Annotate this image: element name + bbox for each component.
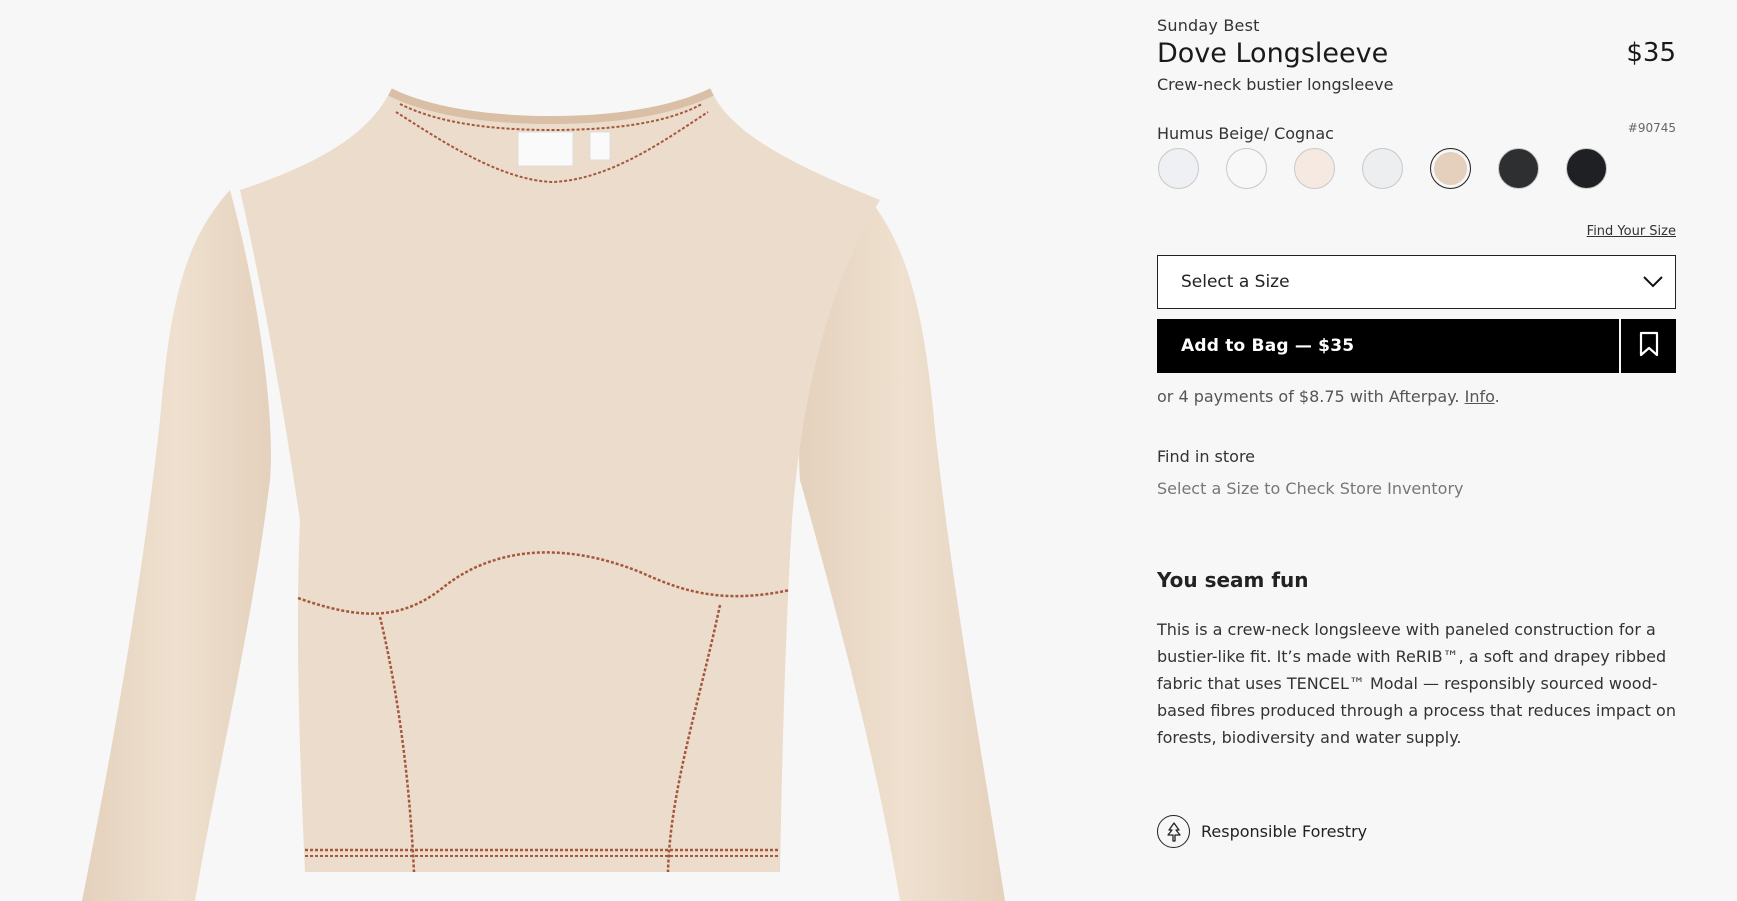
find-your-size-link[interactable]: Find Your Size <box>1587 224 1676 239</box>
black-swatch[interactable] <box>1566 148 1607 189</box>
afterpay-info-link[interactable]: Info <box>1465 387 1495 406</box>
afterpay-suffix: . <box>1494 387 1500 406</box>
add-to-bag-button[interactable]: Add to Bag — $35 <box>1157 319 1619 373</box>
white-swatch-2[interactable] <box>1226 148 1267 189</box>
light-grey-swatch[interactable] <box>1362 148 1403 189</box>
tree-icon <box>1157 815 1190 848</box>
feature-label: Responsible Forestry <box>1201 822 1368 841</box>
product-price: $35 <box>1626 38 1676 68</box>
color-swatches <box>1158 148 1607 189</box>
longsleeve-illustration <box>82 88 1005 901</box>
store-inventory-hint: Select a Size to Check Store Inventory <box>1157 479 1464 498</box>
humus-beige-swatch[interactable] <box>1430 148 1471 189</box>
description-heading: You seam fun <box>1157 568 1309 592</box>
selected-color-name: Humus Beige/ Cognac <box>1157 124 1334 143</box>
size-select[interactable]: Select a Size <box>1157 255 1676 309</box>
product-details: Sunday Best Dove Longsleeve $35 Crew-nec… <box>1157 0 1676 901</box>
product-subtitle: Crew-neck bustier longsleeve <box>1157 75 1394 94</box>
bookmark-icon <box>1639 331 1659 361</box>
product-page: Sunday Best Dove Longsleeve $35 Crew-nec… <box>0 0 1737 901</box>
chevron-down-icon <box>1643 273 1663 292</box>
size-select-label: Select a Size <box>1181 272 1290 292</box>
blush-swatch[interactable] <box>1294 148 1335 189</box>
product-title: Dove Longsleeve <box>1157 38 1389 69</box>
product-image[interactable] <box>0 0 1110 901</box>
charcoal-swatch[interactable] <box>1498 148 1539 189</box>
style-number: #90745 <box>1627 121 1676 135</box>
white-swatch-1[interactable] <box>1158 148 1199 189</box>
afterpay-info: or 4 payments of $8.75 with Afterpay. In… <box>1157 387 1500 406</box>
afterpay-text: or 4 payments of $8.75 with Afterpay. <box>1157 387 1460 406</box>
responsible-forestry-feature[interactable]: Responsible Forestry <box>1157 815 1367 848</box>
find-in-store-heading: Find in store <box>1157 447 1256 466</box>
wishlist-button[interactable] <box>1621 319 1676 373</box>
add-to-bag-row: Add to Bag — $35 <box>1157 319 1676 373</box>
brand-name[interactable]: Sunday Best <box>1157 16 1260 35</box>
product-description: This is a crew-neck longsleeve with pane… <box>1157 620 1676 747</box>
